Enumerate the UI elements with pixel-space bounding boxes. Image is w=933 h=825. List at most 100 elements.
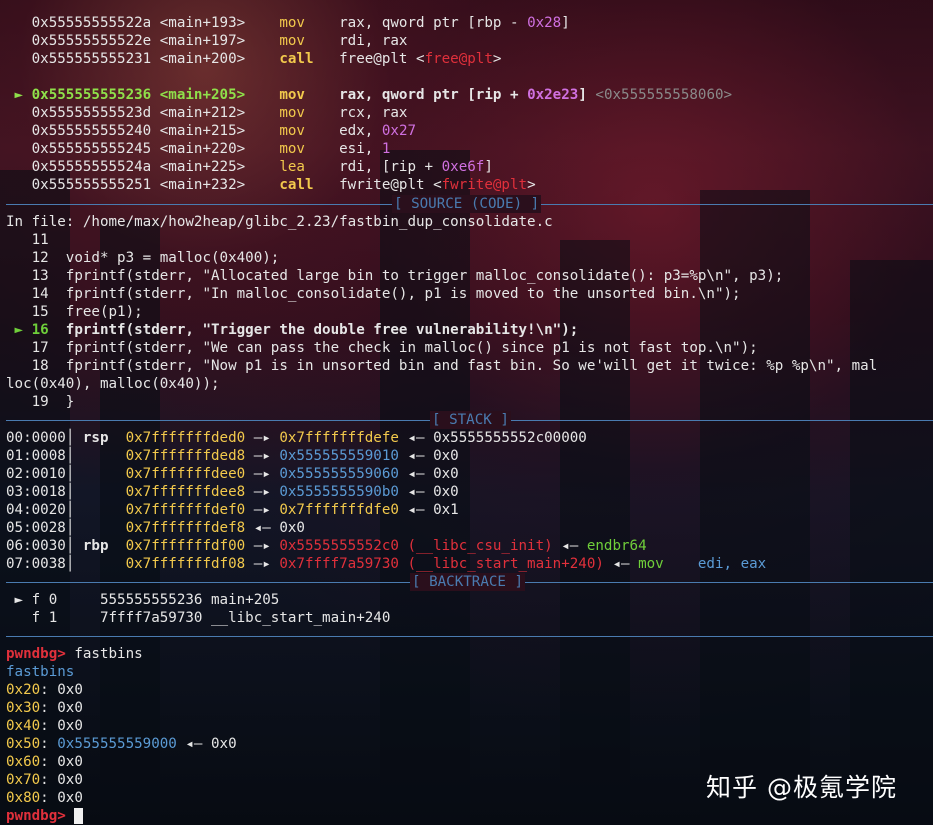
source-line: 19 } — [6, 393, 75, 411]
fastbin-entry: 0x40: 0x0 — [6, 717, 83, 735]
source-line: 18 fprintf(stderr, "Now p1 is in unsorte… — [6, 357, 878, 375]
source-marker — [6, 340, 32, 356]
fastbin-entry: 0x70: 0x0 — [6, 771, 83, 789]
stack-value: 0x7fffffffdfe0 — [279, 502, 408, 518]
instruction-mnemonic: mov — [279, 105, 340, 121]
source-line: 17 fprintf(stderr, "We can pass the chec… — [6, 339, 758, 357]
fastbin-colon: : — [40, 700, 58, 716]
frame-marker: ► — [6, 592, 32, 608]
source-line-number: 19 — [31, 394, 66, 410]
instruction-symbol: <main+205> — [159, 87, 280, 103]
text-cursor[interactable] — [74, 808, 84, 824]
source-line: 14 fprintf(stderr, "In malloc_consolidat… — [6, 285, 741, 303]
deref-arrow: ◂— — [612, 556, 639, 572]
instruction-address: 0x555555555240 — [31, 123, 160, 139]
instruction-operands: fwrite@plt < — [339, 177, 442, 193]
fastbin-size: 0x70 — [6, 772, 41, 788]
instruction-symbol: <main+193> — [159, 15, 280, 31]
source-line-number: 14 — [31, 286, 66, 302]
stack-address: 0x7fffffffded8 — [125, 448, 254, 464]
stack-deref-value: 0x5555555552c00000 — [433, 430, 587, 446]
fastbin-pointer: 0x555555559000 — [57, 736, 186, 752]
stack-deref-value: 0x0 — [279, 520, 305, 536]
frame-index: f 1 — [31, 610, 100, 626]
source-marker — [6, 286, 32, 302]
current-instruction-line: ► 0x555555555236 <main+205> mov rax, qwo… — [6, 86, 733, 104]
stack-offset: 06:0030 — [6, 538, 66, 554]
backtrace-frame: ► f 0 555555555236 main+205 — [6, 591, 280, 609]
instruction-immediate: 0x28 — [527, 15, 562, 31]
stack-offset: 01:0008 — [6, 448, 66, 464]
frame-address: 555555555236 — [99, 592, 212, 608]
stack-offset: 07:0038 — [6, 556, 66, 572]
stack-deref-operands: edi, eax — [663, 556, 767, 572]
stack-value: 0x555555559060 — [279, 466, 408, 482]
instruction-immediate: 0x2e23 — [527, 87, 579, 103]
fastbins-title-text: fastbins — [6, 664, 75, 680]
stack-address: 0x7fffffffdf08 — [125, 556, 254, 572]
instruction-mnemonic: call — [279, 177, 340, 193]
fastbin-entry: 0x30: 0x0 — [6, 699, 83, 717]
source-code: void* p3 = malloc(0x400); — [65, 250, 280, 266]
instruction-line: 0x555555555240 <main+215> mov edx, 0x27 — [6, 122, 416, 140]
stack-value: 0x5555555552c0 (__libc_csu_init) — [279, 538, 562, 554]
frame-index: f 0 — [31, 592, 100, 608]
fastbin-colon: : — [40, 790, 58, 806]
instruction-immediate: 0xe6f — [441, 159, 485, 175]
stack-address: 0x7fffffffdee0 — [125, 466, 254, 482]
source-line: loc(0x40), malloc(0x40)); — [6, 375, 220, 393]
instruction-comment: <0x555555558060> — [586, 87, 733, 103]
pointer-arrow: —▸ — [253, 484, 280, 500]
instruction-address: 0x555555555251 — [31, 177, 160, 193]
call-target: fwrite@plt — [441, 177, 528, 193]
command-text: fastbins — [74, 646, 143, 662]
stack-register — [74, 484, 125, 500]
instruction-immediate: 0x27 — [381, 123, 417, 139]
instruction-symbol: <main+232> — [159, 177, 280, 193]
stack-entry: 07:0038│ 0x7fffffffdf08 —▸ 0x7ffff7a5973… — [6, 555, 766, 573]
stack-register — [74, 502, 125, 518]
source-code: fprintf(stderr, "Trigger the double free… — [65, 322, 579, 338]
fastbin-colon: : — [40, 718, 58, 734]
source-line-number: 12 — [31, 250, 66, 266]
source-code: } — [65, 394, 75, 410]
instruction-address: 0x55555555522a — [31, 15, 160, 31]
stack-deref-value: 0x0 — [433, 484, 459, 500]
backtrace-frame: f 1 7ffff7a59730 __libc_start_main+240 — [6, 609, 391, 627]
instruction-symbol: <main+225> — [159, 159, 280, 175]
pointer-arrow: —▸ — [253, 502, 280, 518]
stack-entry: 04:0020│ 0x7fffffffdef0 —▸ 0x7fffffffdfe… — [6, 501, 459, 519]
stack-register — [74, 556, 125, 572]
instruction-marker — [6, 105, 32, 121]
fastbins-title: fastbins — [6, 663, 74, 681]
instruction-mnemonic: call — [279, 51, 340, 67]
stack-offset: 03:0018 — [6, 484, 66, 500]
instruction-line: 0x555555555251 <main+232> call fwrite@pl… — [6, 176, 536, 194]
instruction-line: 0x555555555245 <main+220> mov esi, 1 — [6, 140, 391, 158]
pointer-arrow: —▸ — [253, 448, 280, 464]
stack-register: rsp — [74, 430, 126, 446]
instruction-operands-tail: ] — [484, 159, 493, 175]
prompt-line-active[interactable]: pwndbg> — [6, 807, 84, 825]
instruction-operands: esi, — [339, 141, 382, 157]
fastbin-value: 0x0 — [57, 772, 83, 788]
fastbin-colon: : — [40, 772, 58, 788]
stack-value: 0x7ffff7a59730 (__libc_start_main+240) — [279, 556, 613, 572]
instruction-marker — [6, 33, 32, 49]
instruction-line: 0x55555555522e <main+197> mov rdi, rax — [6, 32, 408, 50]
stack-deref-value: 0x0 — [433, 448, 459, 464]
instruction-operands: rax, qword ptr [rbp - — [339, 15, 528, 31]
stack-register — [74, 448, 125, 464]
fastbin-value: 0x0 — [57, 754, 83, 770]
source-code: fprintf(stderr, "We can pass the check i… — [65, 340, 758, 356]
source-separator-label: [ SOURCE (CODE) ] — [392, 195, 542, 213]
stack-register — [74, 520, 125, 536]
frame-symbol: main+205 — [211, 592, 280, 608]
instruction-address: 0x55555555522e — [31, 33, 160, 49]
source-line-number: 16 — [31, 322, 66, 338]
fastbin-entry: 0x80: 0x0 — [6, 789, 83, 807]
instruction-mnemonic: mov — [279, 141, 340, 157]
instruction-symbol: <main+212> — [159, 105, 280, 121]
instruction-marker: ► — [6, 87, 32, 103]
source-line: 13 fprintf(stderr, "Allocated large bin … — [6, 267, 784, 285]
